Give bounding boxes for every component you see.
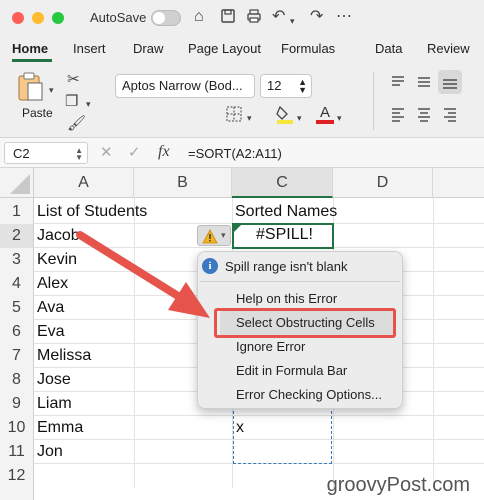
watermark-text: groovyPost.com <box>326 474 470 496</box>
annotation-arrow <box>76 231 210 318</box>
watermark: groovyPost.com <box>0 470 484 500</box>
